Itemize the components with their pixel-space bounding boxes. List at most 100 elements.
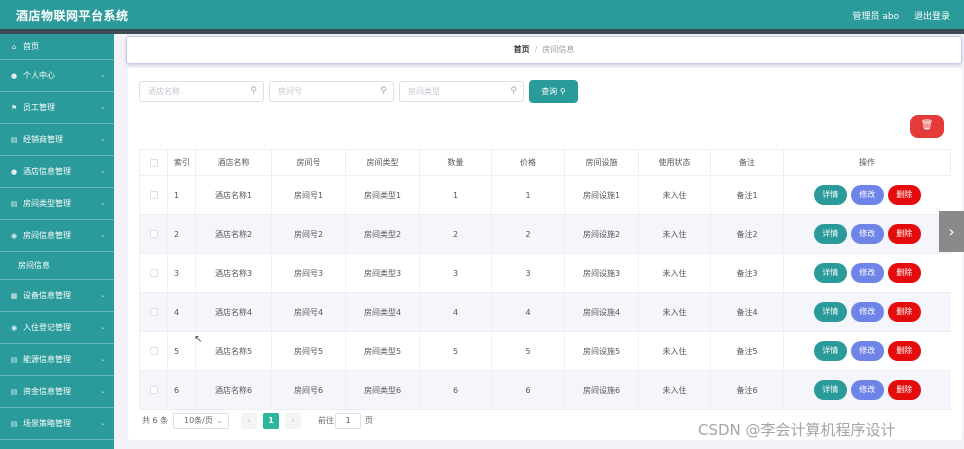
page-number-button[interactable]: 1 bbox=[263, 413, 279, 429]
row-select-cell bbox=[139, 253, 168, 293]
total-count: 共 6 条 bbox=[142, 416, 169, 425]
user-icon: ● bbox=[10, 167, 18, 176]
flag-icon: ⚑ bbox=[10, 103, 18, 112]
row-actions: 详情 修改 删除 bbox=[783, 370, 951, 410]
cell-hotel: 酒店名称1 bbox=[195, 175, 272, 215]
goto-suffix: 页 bbox=[365, 416, 373, 425]
search-button[interactable]: 查询 ⚲ bbox=[529, 80, 578, 103]
row-actions: 详情 修改 删除 bbox=[783, 331, 951, 371]
sidebar-item[interactable]: ▤ 资金信息管理 ⌄ bbox=[0, 376, 114, 408]
page-size-select[interactable]: 10条/页 ⌄ bbox=[173, 413, 229, 429]
sidebar-item[interactable]: ▤ 经销商管理 ⌄ bbox=[0, 124, 114, 156]
cell-status: 未入住 bbox=[638, 253, 711, 293]
search-button-label: 查询 bbox=[541, 87, 558, 96]
logout-link[interactable]: 退出登录 bbox=[914, 12, 950, 22]
row-select-cell bbox=[139, 214, 168, 254]
cell-price: 1 bbox=[491, 175, 565, 215]
float-next-button[interactable]: › bbox=[939, 211, 964, 252]
edit-button[interactable]: 修改 bbox=[850, 185, 884, 205]
sidebar-item-label: 员工管理 bbox=[23, 103, 55, 112]
sidebar-item-label: 入住登记管理 bbox=[23, 323, 71, 332]
edit-button[interactable]: 修改 bbox=[850, 302, 884, 322]
breadcrumb-current: 房间信息 bbox=[542, 45, 575, 54]
location-icon: ◉ bbox=[10, 231, 18, 240]
detail-button[interactable]: 详情 bbox=[813, 263, 847, 283]
cell-price: 5 bbox=[491, 331, 565, 371]
room-no-search-input[interactable]: 房间号 ⚲ bbox=[269, 81, 394, 102]
sidebar-subitem-room-info[interactable]: 房间信息 bbox=[0, 252, 114, 280]
cell-price: 4 bbox=[491, 292, 565, 332]
delete-button[interactable]: 删除 bbox=[887, 380, 921, 400]
cell-room-type: 房间类型1 bbox=[345, 175, 420, 215]
delete-button[interactable]: 删除 bbox=[887, 302, 921, 322]
detail-button[interactable]: 详情 bbox=[813, 341, 847, 361]
row-checkbox[interactable] bbox=[149, 386, 158, 394]
sidebar-item[interactable]: ◉ 入住登记管理 ⌄ bbox=[0, 312, 114, 344]
cell-index: 6 bbox=[167, 370, 196, 410]
next-page-button[interactable]: › bbox=[285, 413, 301, 429]
cell-facility: 房间设施4 bbox=[564, 292, 639, 332]
sidebar-item[interactable]: ● 酒店信息管理 ⌄ bbox=[0, 156, 114, 188]
cell-hotel: 酒店名称6 bbox=[195, 370, 272, 410]
goto-page-input[interactable]: 1 bbox=[335, 413, 361, 429]
detail-button[interactable]: 详情 bbox=[813, 380, 847, 400]
sidebar-item[interactable]: ▤ 房间类型管理 ⌄ bbox=[0, 188, 114, 220]
cell-status: 未入住 bbox=[638, 175, 711, 215]
row-checkbox[interactable] bbox=[149, 269, 158, 277]
sidebar-item[interactable]: ▤ 能源信息管理 ⌄ bbox=[0, 344, 114, 376]
hotel-name-search-input[interactable]: 酒店名称 ⚲ bbox=[139, 81, 264, 102]
cell-room-no: 房间号4 bbox=[271, 292, 346, 332]
row-checkbox[interactable] bbox=[149, 308, 158, 316]
detail-button[interactable]: 详情 bbox=[813, 185, 847, 205]
row-select-cell bbox=[139, 175, 168, 215]
table-row: 5 酒店名称5 房间号5 房间类型5 5 5 房间设施5 未入住 备注5 详情 修改 删除 bbox=[139, 331, 951, 371]
cell-hotel: 酒店名称5 bbox=[195, 331, 272, 371]
sidebar-item-label: 资金信息管理 bbox=[23, 387, 71, 396]
column-header: 价格 bbox=[491, 149, 565, 176]
edit-button[interactable]: 修改 bbox=[850, 224, 884, 244]
edit-button[interactable]: 修改 bbox=[850, 263, 884, 283]
delete-button[interactable]: 删除 bbox=[887, 263, 921, 283]
sidebar-item[interactable]: ⚑ 员工管理 ⌄ bbox=[0, 92, 114, 124]
batch-delete-button[interactable]: 🗑 bbox=[910, 115, 944, 138]
prev-page-button[interactable]: ‹ bbox=[241, 413, 257, 429]
room-type-search-input[interactable]: 房间类型 ⚲ bbox=[399, 81, 524, 102]
chevron-down-icon: ⌄ bbox=[100, 355, 106, 363]
sidebar-item-label: 设备信息管理 bbox=[23, 291, 71, 300]
table-header-row: 索引 酒店名称 房间号 房间类型 数量 价格 房间设施 使用状态 备注 操作 bbox=[139, 149, 951, 176]
edit-button[interactable]: 修改 bbox=[850, 341, 884, 361]
trash-icon: 🗑 bbox=[920, 120, 934, 131]
sidebar-item[interactable]: ◉ 房间信息管理 ⌄ bbox=[0, 220, 114, 252]
delete-button[interactable]: 删除 bbox=[887, 224, 921, 244]
cell-hotel: 酒店名称3 bbox=[195, 253, 272, 293]
grid-icon: ▦ bbox=[10, 291, 18, 300]
chevron-down-icon: ⌄ bbox=[100, 231, 106, 239]
cell-index: 2 bbox=[167, 214, 196, 254]
sidebar-item-label: 房间信息管理 bbox=[23, 231, 71, 240]
detail-button[interactable]: 详情 bbox=[813, 224, 847, 244]
row-checkbox[interactable] bbox=[149, 347, 158, 355]
row-checkbox[interactable] bbox=[149, 191, 158, 199]
table-row: 2 酒店名称2 房间号2 房间类型2 2 2 房间设施2 未入住 备注2 详情 修改 删除 bbox=[139, 214, 951, 254]
document-icon: ▤ bbox=[10, 419, 18, 428]
sidebar-item[interactable]: ● 个人中心 ⌄ bbox=[0, 60, 114, 92]
edit-button[interactable]: 修改 bbox=[850, 380, 884, 400]
delete-button[interactable]: 删除 bbox=[887, 341, 921, 361]
cell-qty: 5 bbox=[419, 331, 492, 371]
chevron-down-icon: ⌄ bbox=[100, 387, 106, 395]
search-icon: ⚲ bbox=[510, 86, 517, 96]
delete-button[interactable]: 删除 bbox=[887, 185, 921, 205]
sidebar-item[interactable]: ▤ 场景策略管理 ⌄ bbox=[0, 408, 114, 440]
detail-button[interactable]: 详情 bbox=[813, 302, 847, 322]
search-icon: ⚲ bbox=[380, 86, 387, 96]
column-header: 房间号 bbox=[271, 149, 346, 176]
breadcrumb-home[interactable]: 首页 bbox=[514, 45, 530, 54]
row-checkbox[interactable] bbox=[149, 230, 158, 238]
cell-index: 4 bbox=[167, 292, 196, 332]
mouse-cursor-icon: ↖ bbox=[194, 334, 203, 345]
select-all-checkbox[interactable] bbox=[149, 158, 158, 167]
select-all-header[interactable] bbox=[139, 149, 168, 176]
hotel-name-placeholder: 酒店名称 bbox=[148, 87, 180, 96]
sidebar-item[interactable]: ⌂ 首页 bbox=[0, 34, 114, 60]
sidebar-item[interactable]: ▦ 设备信息管理 ⌄ bbox=[0, 280, 114, 312]
